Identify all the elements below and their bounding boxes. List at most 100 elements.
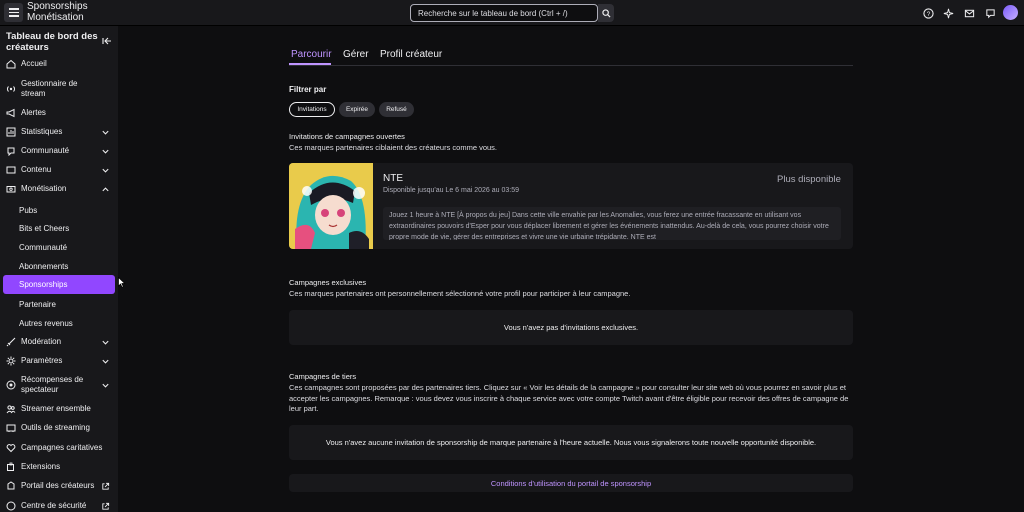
broadcast-icon (6, 84, 16, 94)
campaign-thumbnail (289, 163, 373, 249)
sidebar-item-streamer-ensemble[interactable]: Streamer ensemble (0, 403, 118, 415)
sidebar-item-label: Modération (21, 337, 62, 346)
help-icon[interactable]: ? (922, 7, 934, 19)
campaign-availability: Disponible jusqu'au Le 6 mai 2026 au 03:… (383, 187, 519, 194)
brand-title: Sponsorships Monétisation (27, 1, 88, 23)
chevron-down-icon (102, 130, 109, 135)
sidebar-item-label: Accueil (21, 59, 47, 68)
sidebar-item-label: Contenu (21, 165, 52, 174)
sidebar-item-recompenses[interactable]: Récompenses de spectateur (0, 374, 118, 396)
svg-text:?: ? (926, 10, 930, 17)
sidebar-item-extensions[interactable]: Extensions (0, 461, 118, 473)
sidebar-item-label: Communauté (21, 146, 70, 155)
whispers-icon[interactable] (984, 7, 996, 19)
search-button[interactable] (598, 4, 614, 22)
charity-icon (6, 443, 16, 453)
sidebar-item-caritatives[interactable]: Campagnes caritatives (0, 442, 118, 454)
tab-bar: Parcourir Gérer Profil créateur (289, 46, 853, 66)
sword-icon (6, 337, 16, 347)
chart-icon (6, 127, 16, 137)
sidebar-item-label: Portail des créateurs (21, 481, 95, 490)
sidebar-subitem-communaute[interactable]: Communauté (3, 238, 115, 256)
filter-label: Filtrer par (289, 85, 327, 94)
megaphone-icon (6, 108, 16, 118)
sidebar-item-label: Campagnes caritatives (21, 443, 103, 452)
campaign-card[interactable]: NTE Disponible jusqu'au Le 6 mai 2026 au… (289, 163, 853, 249)
tools-icon (6, 423, 16, 433)
sparkle-icon[interactable] (942, 7, 954, 19)
sidebar-item-alertes[interactable]: Alertes (0, 107, 118, 119)
chevron-up-icon (102, 186, 109, 191)
active-tab-indicator (289, 63, 331, 65)
community-icon (6, 146, 16, 156)
sidebar-item-label: Centre de sécurité (21, 501, 87, 510)
sidebar-item-statistiques[interactable]: Statistiques (0, 126, 118, 138)
sidebar-subitem-pubs[interactable]: Pubs (3, 201, 115, 219)
sidebar-item-communaute[interactable]: Communauté (0, 145, 118, 157)
sidebar-title: Tableau de bord des créateurs (6, 31, 98, 53)
exclusive-empty-state: Vous n'avez pas d'invitations exclusives… (289, 310, 853, 345)
sidebar-item-securite[interactable]: Centre de sécurité (0, 500, 118, 512)
sidebar-item-label: Paramètres (21, 356, 63, 365)
chevron-down-icon (102, 149, 109, 154)
campaign-description: Jouez 1 heure à NTE [À propos du jeu] Da… (383, 207, 841, 240)
sidebar-item-label: Monétisation (21, 184, 67, 193)
sidebar-item-label: Outils de streaming (21, 423, 90, 432)
search-input[interactable]: Recherche sur le tableau de bord (Ctrl +… (410, 4, 598, 22)
inbox-icon[interactable] (963, 7, 975, 19)
sidebar-subitem-sponsorships[interactable]: Sponsorships (3, 275, 115, 294)
sidebar-item-accueil[interactable]: Accueil (0, 58, 118, 70)
chevron-down-icon (102, 383, 109, 388)
sidebar-item-monetisation[interactable]: Monétisation (0, 183, 118, 195)
collapse-sidebar-icon[interactable] (102, 36, 112, 46)
sidebar-item-moderation[interactable]: Modération (0, 336, 118, 348)
sidebar-item-outils[interactable]: Outils de streaming (0, 422, 118, 434)
external-link-icon (102, 502, 110, 510)
third-party-empty-state: Vous n'avez aucune invitation de sponsor… (289, 425, 853, 460)
filter-chip-expiree[interactable]: Expirée (339, 102, 375, 117)
terms-link[interactable]: Conditions d'utilisation du portail de s… (289, 474, 853, 492)
content-icon (6, 165, 16, 175)
extension-icon (6, 462, 16, 472)
brand-line-2: Monétisation (27, 11, 84, 23)
sidebar-item-label: Gestionnaire de stream (21, 79, 78, 98)
sidebar-item-stream-manager[interactable]: Gestionnaire de stream (0, 78, 118, 100)
open-invites-title: Invitations de campagnes ouvertes (289, 132, 405, 141)
chevron-down-icon (102, 359, 109, 364)
filter-chip-invitations[interactable]: Invitations (289, 102, 335, 117)
tab-gerer[interactable]: Gérer (343, 49, 369, 60)
chevron-down-icon (102, 168, 109, 173)
sidebar-item-label: Statistiques (21, 127, 63, 136)
main-content: Parcourir Gérer Profil créateur Filtrer … (118, 26, 1024, 512)
sidebar-subitem-abonnements[interactable]: Abonnements (3, 257, 115, 275)
exclusive-desc: Ces marques partenaires ont personnellem… (289, 289, 631, 298)
open-invites-desc: Ces marques partenaires ciblaient des cr… (289, 143, 498, 152)
sidebar-item-label: Streamer ensemble (21, 404, 91, 413)
brand-line-1: Sponsorships (27, 1, 88, 12)
external-link-icon (102, 482, 110, 490)
menu-icon[interactable] (4, 3, 23, 22)
third-party-desc: Ces campagnes sont proposées par des par… (289, 383, 849, 413)
safety-icon (6, 501, 16, 511)
tab-parcourir[interactable]: Parcourir (291, 49, 332, 60)
sidebar-subitem-autres-revenus[interactable]: Autres revenus (3, 314, 115, 332)
chevron-down-icon (102, 340, 109, 345)
campaign-title: NTE (383, 173, 403, 184)
top-bar: Sponsorships Monétisation Recherche sur … (0, 0, 1024, 26)
filter-chip-refuse[interactable]: Refusé (379, 102, 414, 117)
sidebar-subitem-bits-cheers[interactable]: Bits et Cheers (3, 219, 115, 237)
sidebar-subitem-partenaire[interactable]: Partenaire (3, 295, 115, 313)
search-icon (601, 8, 611, 18)
sidebar-item-parametres[interactable]: Paramètres (0, 355, 118, 367)
sidebar-item-portail-createurs[interactable]: Portail des créateurs (0, 480, 118, 492)
tab-profil-createur[interactable]: Profil créateur (380, 49, 442, 60)
sidebar-item-label: Alertes (21, 108, 46, 117)
money-icon (6, 184, 16, 194)
sidebar-item-label: Récompenses de spectateur (21, 375, 84, 394)
user-avatar[interactable] (1003, 5, 1018, 20)
sidebar-item-contenu[interactable]: Contenu (0, 164, 118, 176)
campaign-status: Plus disponible (777, 174, 841, 185)
home-icon (6, 59, 16, 69)
gear-icon (6, 356, 16, 366)
third-party-title: Campagnes de tiers (289, 372, 357, 381)
